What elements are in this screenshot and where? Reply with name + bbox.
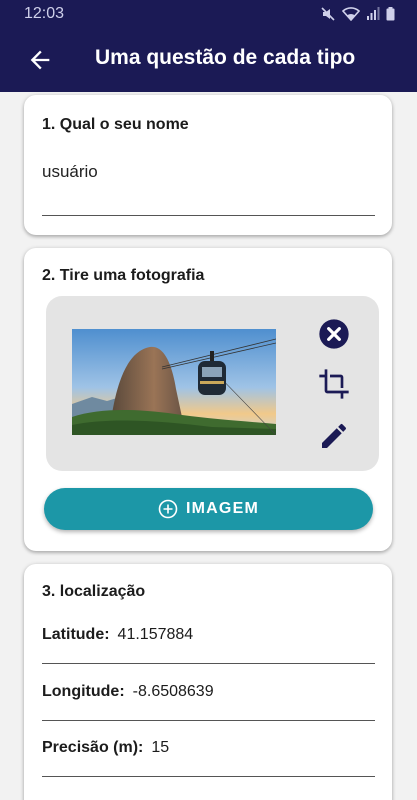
latitude-label: Latitude: <box>42 626 110 643</box>
edit-pencil-icon[interactable] <box>318 420 350 452</box>
longitude-value: -8.6508639 <box>132 683 214 700</box>
page-title: Uma questão de cada tipo <box>95 46 356 69</box>
status-bar: 12:03 <box>0 0 417 28</box>
add-circle-icon <box>158 499 178 519</box>
latitude-underline <box>42 663 375 664</box>
status-icons <box>320 6 395 22</box>
input-underline <box>42 215 375 216</box>
question-title: 1. Qual o seu nome <box>42 116 189 133</box>
photo-thumbnail[interactable] <box>72 329 276 435</box>
longitude-field[interactable]: Longitude: -8.6508639 <box>42 683 214 701</box>
precision-value: 15 <box>151 739 170 756</box>
photo-panel <box>46 296 379 471</box>
battery-icon <box>386 7 395 21</box>
longitude-underline <box>42 720 375 721</box>
signal-icon <box>367 7 380 20</box>
question-card-photo: 2. Tire uma fotografia IMAGEM <box>24 248 392 551</box>
question-card-location: 3. localização Latitude: 41.157884 Longit… <box>24 564 392 800</box>
name-input[interactable]: usuário <box>42 162 98 182</box>
precision-label: Precisão (m): <box>42 739 144 756</box>
precision-underline <box>42 776 375 777</box>
question-card-name: 1. Qual o seu nome usuário <box>24 95 392 235</box>
latitude-value: 41.157884 <box>117 626 194 643</box>
add-image-button[interactable]: IMAGEM <box>44 488 373 530</box>
wifi-icon <box>342 7 360 21</box>
app-bar: Uma questão de cada tipo <box>0 28 417 92</box>
back-arrow-icon[interactable] <box>26 46 54 74</box>
question-title: 2. Tire uma fotografia <box>42 267 205 284</box>
mute-icon <box>321 7 335 21</box>
latitude-field[interactable]: Latitude: 41.157884 <box>42 626 193 644</box>
status-time: 12:03 <box>24 5 65 22</box>
precision-field[interactable]: Precisão (m): 15 <box>42 739 169 757</box>
add-image-label: IMAGEM <box>186 500 259 517</box>
longitude-label: Longitude: <box>42 683 125 700</box>
close-circle-icon[interactable] <box>318 318 350 350</box>
crop-icon[interactable] <box>318 368 350 400</box>
question-title: 3. localização <box>42 583 146 600</box>
